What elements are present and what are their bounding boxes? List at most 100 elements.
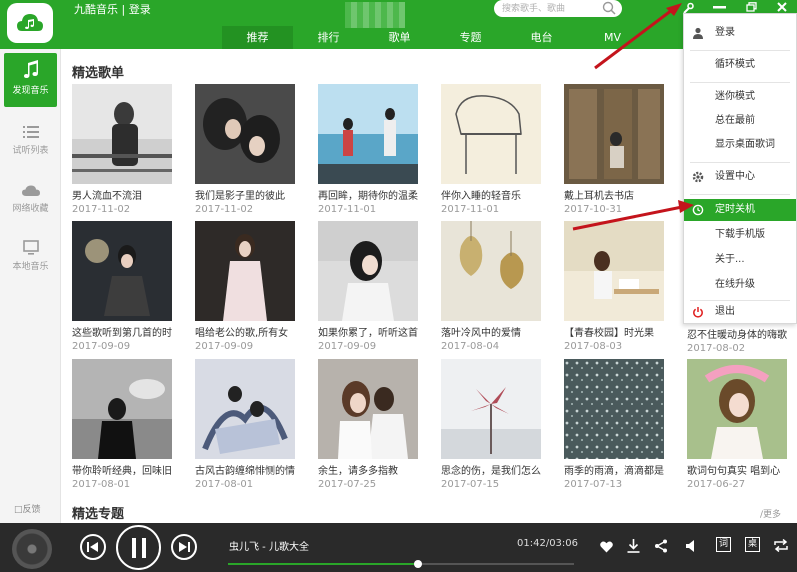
desktop-lyrics-button[interactable]: 桌 <box>745 537 760 552</box>
menu-item-loop-mode[interactable]: 循环模式 <box>684 54 796 76</box>
playlist-title[interactable]: 伴你入睡的轻音乐 <box>441 187 545 202</box>
playlist-title[interactable]: 落叶冷风中的爱情 <box>441 324 545 339</box>
more-link[interactable]: /更多 <box>760 507 781 520</box>
prev-icon <box>87 542 98 552</box>
menu-item-login[interactable]: 登录 <box>684 22 796 44</box>
volume-icon[interactable] <box>686 540 698 552</box>
sidebar-item-local[interactable]: 本地音乐 <box>0 229 61 283</box>
playlist-cover[interactable] <box>441 221 541 321</box>
playlist-title[interactable]: 歌词句句真实 唱到心 <box>687 462 791 477</box>
app-logo[interactable] <box>7 3 53 43</box>
playlist-title[interactable]: 【青春校园】时光果 <box>564 324 668 339</box>
menu-item-always-on-top[interactable]: 总在最前 <box>684 110 796 132</box>
playlist-card[interactable]: 【青春校园】时光果 2017-08-03 <box>564 221 664 352</box>
lyrics-button[interactable]: 词 <box>716 537 731 552</box>
playlist-cover[interactable] <box>72 221 172 321</box>
progress-bar[interactable] <box>228 560 574 568</box>
tab-recommend[interactable]: 推荐 <box>222 26 293 49</box>
playlist-title[interactable]: 如果你累了，听听这首 <box>318 324 422 339</box>
playlist-cover[interactable] <box>318 84 418 184</box>
playlist-cover[interactable] <box>195 221 295 321</box>
playlist-title[interactable]: 这些歌听到第几首的时 <box>72 324 176 339</box>
search-input[interactable] <box>502 1 598 16</box>
playlist-title[interactable]: 带你聆听经典，回味旧 <box>72 462 176 477</box>
playlist-date: 2017-08-02 <box>687 343 746 354</box>
playlist-title[interactable]: 戴上耳机去书店 <box>564 187 668 202</box>
playlist-card[interactable]: 古风古韵缠绵悱恻的情 2017-08-01 <box>195 359 295 490</box>
playlist-cover[interactable] <box>195 84 295 184</box>
playlist-title[interactable]: 男人流血不流泪 <box>72 187 176 202</box>
playlist-cover[interactable] <box>441 359 541 459</box>
menu-item-download-mobile[interactable]: 下载手机版 <box>684 224 796 246</box>
tab-mv[interactable]: MV <box>577 26 648 49</box>
prev-button[interactable] <box>80 534 106 560</box>
pause-button[interactable] <box>116 525 161 570</box>
playlist-title[interactable]: 古风古韵缠绵悱恻的情 <box>195 462 299 477</box>
menu-item-about[interactable]: 关于... <box>684 249 796 271</box>
menu-item-label: 定时关机 <box>715 204 755 215</box>
restore-icon[interactable] <box>746 2 758 12</box>
playlist-card[interactable]: 思念的伤，是我们怎么 2017-07-15 <box>441 359 541 490</box>
playlist-card[interactable]: 雨季的雨滴，滴滴都是 2017-07-13 <box>564 359 664 490</box>
playlist-cover[interactable] <box>564 359 664 459</box>
playlist-cover[interactable] <box>564 221 664 321</box>
playlist-title[interactable]: 雨季的雨滴，滴滴都是 <box>564 462 668 477</box>
playlist-cover[interactable] <box>564 84 664 184</box>
playlist-title[interactable]: 余生，请多多指教 <box>318 462 422 477</box>
download-icon[interactable] <box>627 539 640 553</box>
playlist-cover[interactable] <box>318 359 418 459</box>
playlist-card[interactable]: 男人流血不流泪 2017-11-02 <box>72 84 172 215</box>
playlist-title[interactable]: 我们是影子里的彼此 <box>195 187 299 202</box>
app-title[interactable]: 九酷音乐 | 登录 <box>74 1 151 17</box>
user-icon <box>693 27 703 39</box>
playlist-cover[interactable] <box>441 84 541 184</box>
playlist-title[interactable]: 思念的伤，是我们怎么 <box>441 462 545 477</box>
sidebar-item-playlist[interactable]: 试听列表 <box>0 113 61 167</box>
playlist-cover[interactable] <box>195 359 295 459</box>
playlist-cover[interactable] <box>72 84 172 184</box>
menu-item-timer-shutdown[interactable]: 定时关机 <box>684 199 796 221</box>
album-art[interactable] <box>12 529 52 569</box>
playlist-card[interactable]: 余生，请多多指教 2017-07-25 <box>318 359 418 490</box>
repeat-icon[interactable] <box>774 539 788 552</box>
heart-icon[interactable] <box>600 541 613 553</box>
next-button[interactable] <box>171 534 197 560</box>
playlist-title[interactable]: 再回眸，期待你的温柔 <box>318 187 422 202</box>
close-icon[interactable] <box>777 2 787 12</box>
menu-item-update[interactable]: 在线升级 <box>684 274 796 296</box>
search-box[interactable] <box>494 0 622 17</box>
tab-radio[interactable]: 电台 <box>506 26 577 49</box>
sidebar-item-discover[interactable]: 发现音乐 <box>4 53 57 107</box>
sidebar-item-favorites[interactable]: 网络收藏 <box>0 171 61 225</box>
playlist-card[interactable]: 我们是影子里的彼此 2017-11-02 <box>195 84 295 215</box>
menu-item-exit[interactable]: 退出 <box>684 301 796 323</box>
playlist-date: 2017-11-01 <box>318 204 377 215</box>
minimize-icon[interactable] <box>713 6 726 10</box>
playlist-card[interactable]: 落叶冷风中的爱情 2017-08-04 <box>441 221 541 352</box>
playlist-card[interactable]: 戴上耳机去书店 2017-10-31 <box>564 84 664 215</box>
playlist-cover[interactable] <box>318 221 418 321</box>
playlist-title[interactable]: 忍不住暖动身体的嗨歌 <box>687 326 791 341</box>
tab-playlists[interactable]: 歌单 <box>364 26 435 49</box>
feedback-label: 反馈 <box>22 505 41 515</box>
search-icon[interactable] <box>602 1 616 15</box>
playlist-card[interactable]: 伴你入睡的轻音乐 2017-11-01 <box>441 84 541 215</box>
playlist-card[interactable]: 歌词句句真实 唱到心 2017-06-27 <box>687 359 787 490</box>
menu-item-desktop-lyrics[interactable]: 显示桌面歌词 <box>684 134 796 156</box>
playlist-card[interactable]: 唱给老公的歌,所有女 2017-09-09 <box>195 221 295 352</box>
menu-item-settings[interactable]: 设置中心 <box>684 166 796 188</box>
tab-topics[interactable]: 专题 <box>435 26 506 49</box>
playlist-card[interactable]: 带你聆听经典，回味旧 2017-08-01 <box>72 359 172 490</box>
tab-ranking[interactable]: 排行 <box>293 26 364 49</box>
menu-item-mini-mode[interactable]: 迷你模式 <box>684 86 796 108</box>
playlist-card[interactable]: 这些歌听到第几首的时 2017-09-09 <box>72 221 172 352</box>
playlist-cover[interactable] <box>72 359 172 459</box>
menu-item-label: 总在最前 <box>715 115 755 126</box>
playlist-cover[interactable] <box>687 359 787 459</box>
share-icon[interactable] <box>654 539 668 553</box>
feedback-button[interactable]: □反馈 <box>14 502 41 515</box>
playlist-title[interactable]: 唱给老公的歌,所有女 <box>195 324 299 339</box>
playlist-card[interactable]: 再回眸，期待你的温柔 2017-11-01 <box>318 84 418 215</box>
playlist-card[interactable]: 如果你累了，听听这首 2017-09-09 <box>318 221 418 352</box>
progress-knob[interactable] <box>413 560 422 568</box>
